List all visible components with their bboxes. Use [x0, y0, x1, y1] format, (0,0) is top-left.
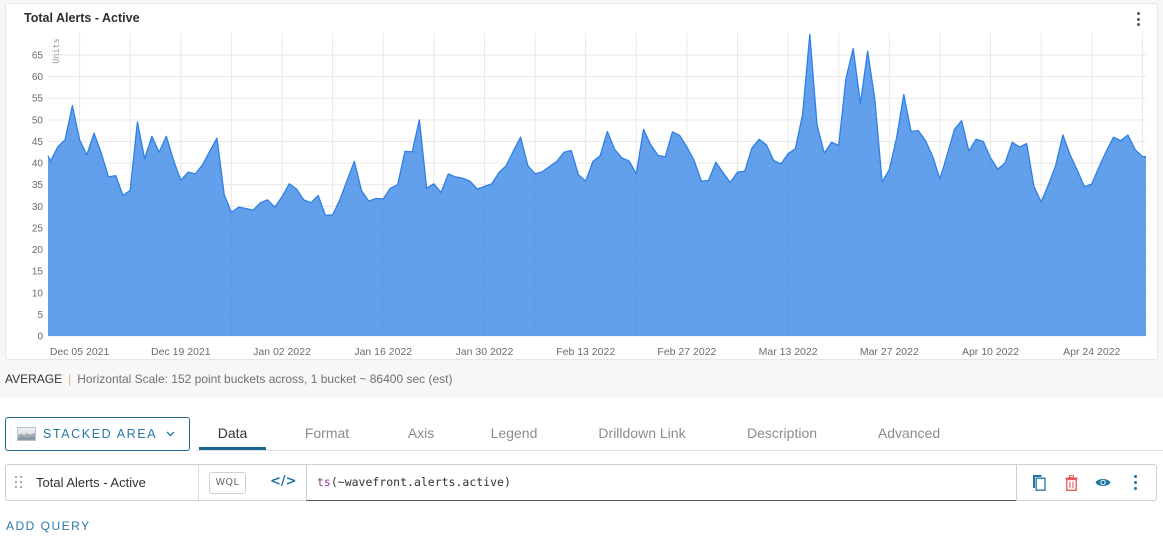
tab-data[interactable]: Data	[199, 417, 266, 450]
chart-plot: 0 5 10 15 20 25 30 35 40 45 50 55 60 65 Dec 05 2021 Dec…	[32, 33, 1146, 358]
series-layer	[47, 33, 1146, 336]
stacked-area-chart-icon	[17, 427, 36, 441]
chart-type-dropdown[interactable]: STACKED AREA	[5, 417, 190, 451]
y-tick-label: 60	[32, 72, 44, 83]
query-expression-input[interactable]: ts(~wavefront.alerts.active)	[306, 464, 1016, 501]
query-more-button[interactable]	[1123, 465, 1147, 500]
horizontal-scale-text: Horizontal Scale: 152 point buckets acro…	[77, 372, 453, 386]
y-tick-label: 15	[32, 267, 44, 278]
divider	[198, 465, 199, 500]
x-tick-label: Feb 13 2022	[556, 346, 615, 358]
y-tick-label: 50	[32, 115, 44, 126]
chevron-down-icon	[166, 431, 175, 437]
x-tick-label: Jan 30 2022	[456, 346, 514, 358]
y-tick-label: 10	[32, 288, 44, 299]
trash-icon	[1065, 474, 1077, 491]
y-tick-label: 35	[32, 180, 44, 191]
delete-query-button[interactable]	[1059, 465, 1083, 500]
x-tick-label: Apr 10 2022	[962, 346, 1019, 358]
y-tick-label: 25	[32, 223, 44, 234]
summary-line: AVERAGE | Horizontal Scale: 152 point buck…	[5, 372, 452, 386]
tab-advanced[interactable]: Advanced	[862, 417, 956, 450]
editor-tabs: Data Format Axis Legend Drilldown Link D…	[197, 417, 1163, 451]
copy-query-button[interactable]	[1027, 465, 1051, 500]
tab-legend[interactable]: Legend	[476, 417, 552, 450]
kebab-vertical-icon	[1133, 475, 1137, 490]
y-tick-label: 45	[32, 137, 44, 148]
query-args: (~wavefront.alerts.active)	[330, 475, 511, 489]
chart-type-label: STACKED AREA	[43, 427, 158, 441]
x-tick-label: Jan 02 2022	[253, 346, 311, 358]
toggle-visibility-button[interactable]	[1091, 465, 1115, 500]
y-tick-label: 55	[32, 94, 44, 105]
series-area	[48, 34, 1146, 336]
aggregation-label: AVERAGE	[5, 372, 63, 386]
wql-mode-button[interactable]: WQL	[209, 472, 246, 494]
x-tick-label: Mar 27 2022	[860, 346, 919, 358]
query-row-header: Total Alerts - Active WQL </>	[5, 464, 306, 501]
query-name[interactable]: Total Alerts - Active	[36, 475, 146, 490]
y-axis-label: Units	[52, 38, 62, 64]
y-tick-label: 0	[37, 332, 43, 343]
query-actions	[1016, 464, 1157, 501]
tab-drilldown-link[interactable]: Drilldown Link	[582, 417, 702, 450]
drag-handle-icon[interactable]	[15, 476, 23, 488]
y-tick-label: 30	[32, 202, 44, 213]
tab-format[interactable]: Format	[290, 417, 364, 450]
eye-icon	[1095, 478, 1111, 487]
x-tick-label: Dec 05 2021	[50, 346, 110, 358]
y-tick-label: 20	[32, 245, 44, 256]
add-query-button[interactable]: ADD QUERY	[6, 519, 91, 533]
x-tick-label: Feb 27 2022	[657, 346, 716, 358]
x-tick-label: Mar 13 2022	[759, 346, 818, 358]
copy-icon	[1033, 475, 1046, 491]
tab-axis[interactable]: Axis	[391, 417, 451, 450]
x-tick-label: Dec 19 2021	[151, 346, 211, 358]
separator: |	[68, 372, 72, 386]
x-tick-label: Jan 16 2022	[354, 346, 412, 358]
x-tick-label: Apr 24 2022	[1063, 346, 1120, 358]
tab-description[interactable]: Description	[730, 417, 834, 450]
y-tick-label: 40	[32, 159, 44, 170]
query-function: ts	[317, 475, 331, 489]
y-tick-label: 5	[37, 310, 43, 321]
code-editor-toggle-icon[interactable]: </>	[270, 474, 297, 489]
y-tick-label: 65	[32, 51, 44, 62]
